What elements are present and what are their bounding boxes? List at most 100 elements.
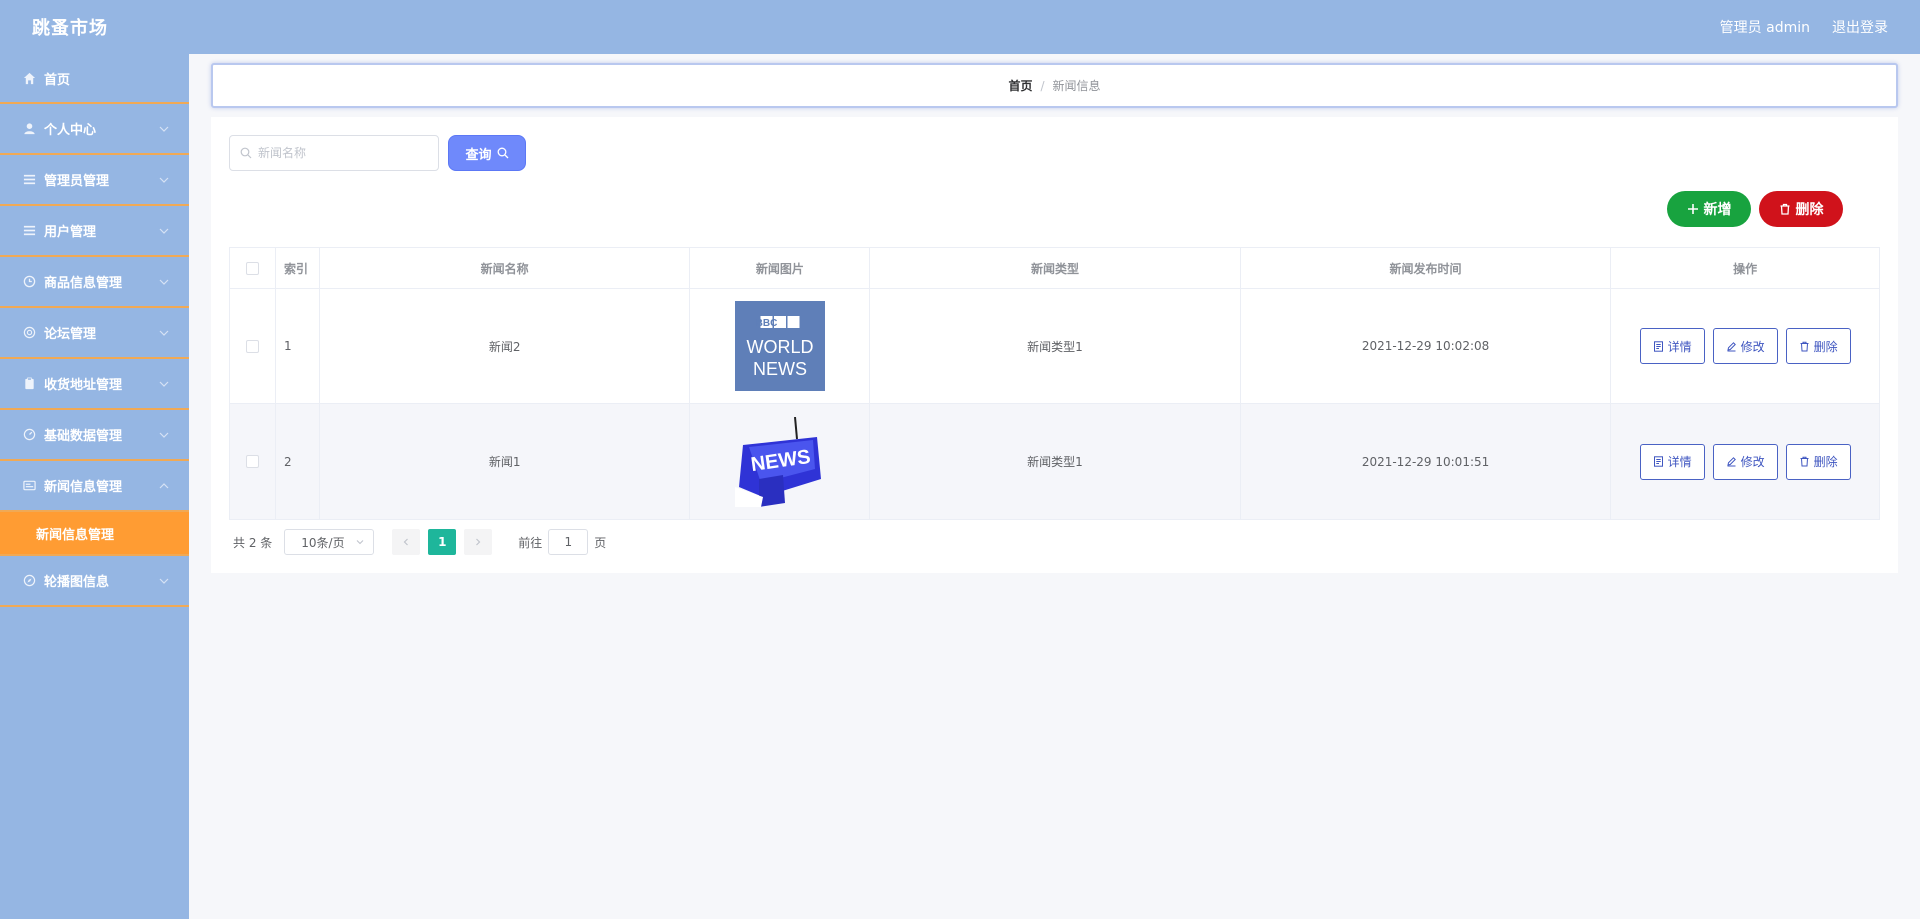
breadcrumb-current: 新闻信息 — [1052, 79, 1101, 93]
delete-button-label: 删除 — [1813, 339, 1838, 354]
news-table: 索引 新闻名称 新闻图片 新闻类型 新闻发布时间 操作 1 新闻2 BBC WO… — [229, 247, 1880, 520]
detail-button[interactable]: 详情 — [1639, 328, 1705, 364]
page-size-select[interactable]: 10条/页 — [284, 529, 375, 555]
clipboard-icon — [22, 377, 36, 391]
chevron-down-icon — [159, 578, 169, 584]
sidebar-item-label: 基础数据管理 — [44, 429, 123, 444]
delete-button-label: 删除 — [1795, 202, 1824, 218]
chevron-up-icon — [159, 482, 169, 488]
edit-button-label: 修改 — [1740, 455, 1765, 469]
row-checkbox[interactable] — [245, 455, 259, 468]
row-index: 2 — [276, 404, 320, 519]
row-name: 新闻2 — [320, 289, 691, 403]
row-index: 1 — [276, 289, 320, 403]
row-type: 新闻类型1 — [870, 404, 1241, 519]
sidebar-item-label: 论坛管理 — [44, 327, 97, 342]
chevron-right-icon — [476, 538, 481, 546]
query-button-label: 查询 — [465, 147, 492, 163]
home-icon — [22, 71, 36, 85]
breadcrumb: 首页 / 新闻信息 — [211, 63, 1898, 108]
compass-icon — [22, 574, 36, 588]
edit-icon — [1726, 341, 1736, 351]
row-actions: 详情 修改 删除 — [1611, 289, 1879, 403]
sidebar-item-forum-management[interactable]: 论坛管理 — [0, 308, 189, 359]
sidebar-item-address-management[interactable]: 收货地址管理 — [0, 359, 189, 410]
search-icon — [240, 147, 252, 159]
edit-button[interactable]: 修改 — [1712, 328, 1778, 364]
table-row: 2 新闻1 NEWS 新闻类型1 2021-12-29 10:01:51 详情 … — [230, 404, 1879, 519]
detail-button[interactable]: 详情 — [1639, 443, 1705, 480]
chevron-down-icon — [159, 228, 169, 234]
goto-page-input[interactable] — [548, 529, 589, 555]
sidebar-item-home[interactable]: 首页 — [0, 54, 189, 104]
sidebar-item-base-data-management[interactable]: 基础数据管理 — [0, 410, 189, 461]
row-type: 新闻类型1 — [870, 289, 1241, 403]
table-row: 1 新闻2 BBC WORLD NEWS 新闻类型1 2021-12-29 10… — [230, 289, 1879, 404]
row-time: 2021-12-29 10:01:51 — [1241, 404, 1612, 519]
delete-button[interactable]: 删除 — [1785, 443, 1851, 480]
plus-icon — [1687, 204, 1698, 214]
chevron-down-icon — [159, 126, 169, 132]
breadcrumb-home[interactable]: 首页 — [1008, 77, 1032, 94]
sidebar-item-news-management[interactable]: 新闻信息管理 — [0, 461, 189, 512]
search-field[interactable] — [229, 135, 439, 171]
add-button[interactable]: 新增 — [1667, 191, 1751, 227]
gauge-icon — [22, 428, 36, 442]
logout-link[interactable]: 退出登录 — [1832, 17, 1888, 37]
header-time: 新闻发布时间 — [1241, 248, 1612, 288]
sidebar-item-label: 个人中心 — [44, 123, 97, 138]
list-icon — [22, 224, 36, 238]
bbc-letter-b: BBC — [755, 318, 777, 329]
admin-user-link[interactable]: 管理员 admin — [1720, 17, 1810, 37]
chevron-down-icon — [159, 177, 169, 183]
edit-button-label: 修改 — [1740, 339, 1765, 354]
row-time: 2021-12-29 10:02:08 — [1241, 289, 1612, 403]
detail-button-label: 详情 — [1667, 339, 1692, 354]
row-image-cell: NEWS — [690, 404, 871, 519]
sidebar-item-label: 新闻信息管理 — [44, 480, 123, 495]
sidebar-item-label: 用户管理 — [44, 225, 97, 240]
globe-icon — [22, 326, 36, 340]
delete-button-label: 删除 — [1813, 455, 1838, 469]
sidebar-item-admin-management[interactable]: 管理员管理 — [0, 155, 189, 206]
sidebar-item-user-management[interactable]: 用户管理 — [0, 206, 189, 257]
goto-suffix: 页 — [594, 535, 607, 550]
query-button[interactable]: 查询 — [448, 135, 526, 171]
sidebar-item-profile[interactable]: 个人中心 — [0, 104, 189, 155]
search-input[interactable] — [258, 146, 428, 160]
row-checkbox-cell — [230, 404, 276, 519]
document-icon — [1653, 456, 1663, 467]
document-icon — [1653, 340, 1663, 352]
goto-page: 前往 页 — [518, 529, 606, 555]
sidebar: 首页 个人中心 管理员管理 用户管理 商品信息管理 论坛管理 收货地址管理 基础… — [0, 54, 189, 919]
next-page-button[interactable] — [464, 529, 493, 555]
row-checkbox[interactable] — [245, 339, 259, 353]
edit-button[interactable]: 修改 — [1712, 443, 1778, 480]
trash-icon — [1780, 203, 1789, 215]
sidebar-item-goods-management[interactable]: 商品信息管理 — [0, 257, 189, 308]
header-image: 新闻图片 — [690, 248, 871, 288]
sidebar-item-label: 轮播图信息 — [44, 575, 110, 590]
header-index: 索引 — [276, 248, 320, 288]
sidebar-item-label: 收货地址管理 — [44, 378, 123, 393]
header-type: 新闻类型 — [870, 248, 1241, 288]
bbc-news-image: BBC WORLD NEWS — [734, 301, 825, 391]
chevron-down-icon — [159, 432, 169, 438]
delete-button[interactable]: 删除 — [1785, 328, 1851, 364]
chevron-down-icon — [159, 279, 169, 285]
sidebar-subitem-news-management[interactable]: 新闻信息管理 — [0, 512, 189, 556]
page-number-current[interactable]: 1 — [428, 529, 457, 555]
header-name: 新闻名称 — [320, 248, 691, 288]
pagination: 共 2 条 10条/页 1 前往 页 — [229, 529, 606, 555]
goto-prefix: 前往 — [518, 535, 543, 550]
clock-icon — [22, 275, 36, 289]
edit-icon — [1726, 457, 1736, 467]
row-checkbox-cell — [230, 289, 276, 403]
sidebar-item-carousel[interactable]: 轮播图信息 — [0, 556, 189, 607]
sidebar-item-label: 首页 — [44, 72, 71, 88]
app-title: 跳蚤市场 — [32, 18, 108, 39]
prev-page-button[interactable] — [392, 529, 421, 555]
bulk-delete-button[interactable]: 删除 — [1759, 191, 1843, 227]
breadcrumb-separator: / — [1040, 78, 1045, 93]
select-all-checkbox[interactable] — [245, 261, 259, 275]
